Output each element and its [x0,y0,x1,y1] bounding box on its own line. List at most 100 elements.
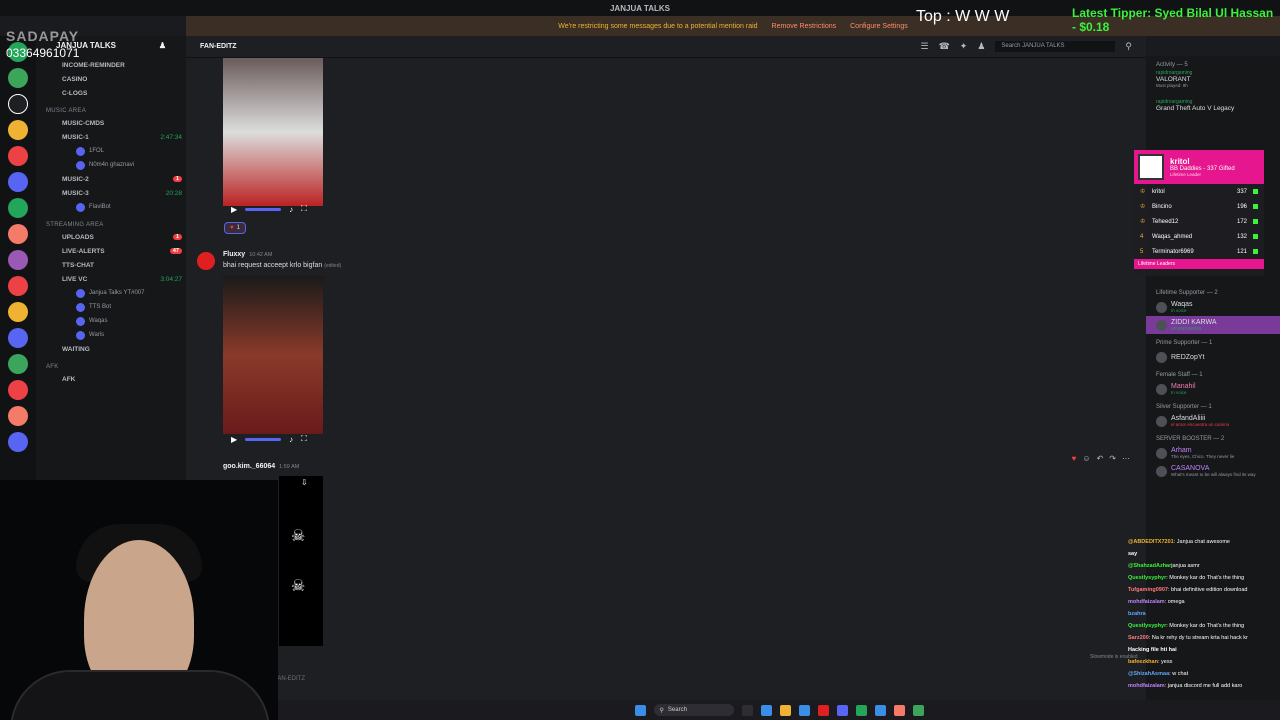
channel-casino[interactable]: casino [36,72,186,86]
windows-taskbar: ⚲ Search [278,700,1280,720]
server-icon[interactable] [8,406,28,426]
server-icon[interactable] [8,354,28,374]
channel-music-3[interactable]: music-3 20:28 [36,186,186,200]
crown-icon: ♔ [1140,219,1146,225]
category-music-area[interactable]: MUSIC AREA [36,100,186,116]
phone-number: 03364961071 [6,46,80,60]
chrome-icon[interactable] [855,704,867,716]
channel-live-alerts[interactable]: live-alerts 47 [36,244,186,258]
category-streaming-area[interactable]: STREAMING AREA [36,214,186,230]
video-controls: ▶ ♪ ⛶ [223,432,315,446]
threads-icon[interactable]: ☰ [920,41,928,52]
activity-item[interactable]: rapidroargaming Grand Theft Auto V Legacy [1146,96,1280,114]
volume-icon[interactable]: ♪ [289,205,293,214]
progress-bar[interactable] [245,437,282,441]
task-view-icon[interactable] [741,704,753,716]
server-icon[interactable] [8,198,28,218]
member-item[interactable]: AsfandAliiii el amor encuentra un camino [1146,412,1280,430]
server-icon[interactable] [8,276,28,296]
voice-user[interactable]: Janjua Talks YT#007 [36,286,186,300]
channel-waiting[interactable]: waiting [36,342,186,356]
windows-start-icon[interactable] [634,704,646,716]
server-icon[interactable] [8,432,28,452]
app-icon[interactable] [874,704,886,716]
add-member-icon[interactable]: ♟ [159,41,166,53]
add-reaction-icon[interactable]: ☺ [1082,454,1090,463]
volume-icon[interactable]: ♪ [289,435,293,444]
voice-user[interactable]: N0m4n ghaznavi [36,158,186,172]
activity-item[interactable]: rapidroargaming VALORANT Most played: 9h [1146,70,1280,88]
chat-username: @ABDEDITX7201 [1128,539,1174,545]
members-icon[interactable]: ♟ [977,41,985,52]
server-icon[interactable] [8,380,28,400]
server-icon[interactable] [8,224,28,244]
server-icon[interactable] [8,146,28,166]
chat-username: Tufgaming0907 [1128,587,1168,593]
app-icon[interactable] [893,704,905,716]
taskbar-search[interactable]: ⚲ Search [653,704,734,716]
progress-bar[interactable] [245,207,282,211]
channel-c-logs[interactable]: c-logs [36,86,186,100]
member-item[interactable]: Arham The eyes, Chico. They never lie [1146,444,1280,462]
message-author[interactable]: goo.kim._66064 1:59 AM [223,463,299,470]
file-explorer-icon[interactable] [779,704,791,716]
video-attachment[interactable]: ☠ ☠ ⇩ [279,476,323,646]
channel-income-reminder[interactable]: income-reminder [36,58,186,72]
heart-icon[interactable]: ♥ [1072,454,1077,463]
discord-icon[interactable] [836,704,848,716]
channel-music-1[interactable]: music-1 2:47:34 [36,130,186,144]
video-attachment[interactable] [223,276,323,434]
video-attachment[interactable] [223,58,323,206]
play-icon[interactable]: ▶ [231,205,237,214]
voice-user[interactable]: FlaviBot [36,200,186,214]
member-item[interactable]: CASANOVA What's meant to be will always f… [1146,462,1280,480]
server-icon[interactable] [8,250,28,270]
notification-bell-icon[interactable]: ☎ [939,41,950,52]
store-icon[interactable] [798,704,810,716]
server-icon[interactable] [8,120,28,140]
avatar[interactable] [197,252,215,270]
activity-game: VALORANT [1156,76,1191,83]
channel-music-cmds[interactable]: music-cmds [36,116,186,130]
member-item[interactable]: ZIDDI KARWA AP ENGINEER [1146,316,1280,334]
configure-settings-link[interactable]: Configure Settings [850,23,908,30]
search-icon[interactable]: ⚲ [1125,41,1132,52]
channel-live-vc[interactable]: live vc 3:04:27 [36,272,186,286]
play-icon[interactable]: ▶ [231,435,237,444]
server-icon[interactable] [8,328,28,348]
avatar [76,288,85,298]
server-icon[interactable] [8,172,28,192]
forward-icon[interactable]: ↷ [1109,454,1116,463]
member-item[interactable]: Manahil In voice [1146,380,1280,398]
server-icon[interactable] [8,302,28,322]
channel-tts-chat[interactable]: tts-chat [36,258,186,272]
reaction-heart[interactable]: ♥ 1 [224,222,246,234]
pin-icon[interactable]: ✦ [960,41,968,52]
fullscreen-icon[interactable]: ⛶ [301,434,307,444]
leaderboard-footer: Lifetime Leaders [1134,259,1264,269]
channel-afk[interactable]: afk [36,372,186,386]
voice-user[interactable]: Waris [36,328,186,342]
reply-icon[interactable]: ↶ [1097,454,1104,463]
server-icon[interactable] [8,68,28,88]
remove-restrictions-link[interactable]: Remove Restrictions [772,23,837,30]
edge-icon[interactable] [760,704,772,716]
app-icon[interactable] [912,704,924,716]
channel-title: FAN-EDITZ [200,43,237,50]
voice-user[interactable]: TTS Bot [36,300,186,314]
member-item[interactable]: Waqas In voice [1146,298,1280,316]
member-item[interactable]: REDZopYt [1146,348,1280,366]
search-input[interactable]: Search JANJUA TALKS [995,41,1116,52]
category-afk[interactable]: AFK [36,356,186,372]
message-input[interactable]: FAN-EDITZ [274,672,1134,686]
fullscreen-icon[interactable]: ⛶ [301,204,307,214]
voice-user[interactable]: 1FOL [36,144,186,158]
more-icon[interactable]: ⋯ [1122,454,1130,463]
message-author[interactable]: Fluxxy 10:42 AM [223,251,272,258]
app-icon[interactable] [817,704,829,716]
download-icon[interactable]: ⇩ [301,478,308,487]
channel-music-2[interactable]: music-2 1 [36,172,186,186]
voice-user[interactable]: Waqas [36,314,186,328]
channel-uploads[interactable]: uploads 1 [36,230,186,244]
server-icon[interactable] [8,94,28,114]
